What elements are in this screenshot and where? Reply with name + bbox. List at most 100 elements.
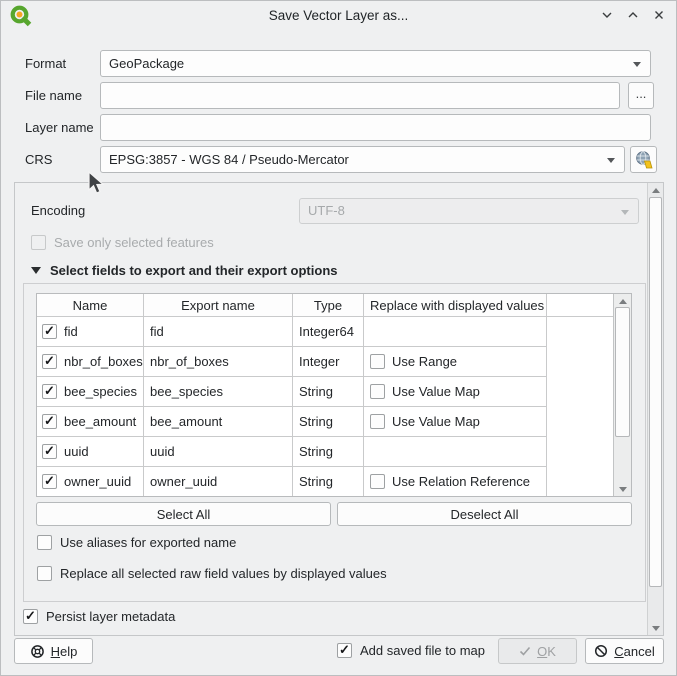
field-type: Integer bbox=[293, 347, 364, 376]
chevron-down-icon bbox=[621, 210, 629, 215]
field-checkbox[interactable] bbox=[42, 324, 57, 339]
table-empty-area bbox=[547, 294, 613, 496]
crs-picker-button[interactable] bbox=[630, 146, 657, 173]
table-row[interactable]: bee_amount bee_amount String Use Value M… bbox=[37, 407, 547, 437]
scroll-down-icon[interactable] bbox=[614, 482, 631, 496]
field-export-name[interactable]: owner_uuid bbox=[144, 467, 293, 496]
field-checkbox[interactable] bbox=[42, 474, 57, 489]
field-export-name[interactable]: uuid bbox=[144, 437, 293, 466]
column-header-export-name[interactable]: Export name bbox=[144, 294, 293, 316]
crs-label: CRS bbox=[25, 146, 52, 173]
fields-section-header[interactable]: Select fields to export and their export… bbox=[31, 263, 338, 278]
add-saved-file-row: Add saved file to map bbox=[337, 643, 485, 658]
options-vertical-scrollbar[interactable] bbox=[647, 183, 663, 635]
layer-name-input[interactable] bbox=[100, 114, 651, 141]
use-value-map-checkbox[interactable] bbox=[370, 384, 385, 399]
check-icon bbox=[519, 645, 531, 657]
format-combobox[interactable]: GeoPackage bbox=[100, 50, 651, 77]
save-only-selected-checkbox bbox=[31, 235, 46, 250]
field-type: String bbox=[293, 467, 364, 496]
unshade-icon[interactable] bbox=[625, 7, 641, 23]
collapse-triangle-icon bbox=[31, 267, 41, 274]
file-name-input[interactable] bbox=[100, 82, 620, 109]
use-range-checkbox[interactable] bbox=[370, 354, 385, 369]
scroll-down-icon[interactable] bbox=[648, 621, 663, 635]
fields-table: Name Export name Type Replace with displ… bbox=[36, 293, 632, 497]
field-export-name[interactable]: bee_amount bbox=[144, 407, 293, 436]
scrollbar-thumb[interactable] bbox=[649, 197, 662, 587]
format-label: Format bbox=[25, 50, 66, 77]
persist-metadata-row: Persist layer metadata bbox=[23, 609, 175, 624]
column-header-type[interactable]: Type bbox=[293, 294, 364, 316]
use-relation-reference-checkbox[interactable] bbox=[370, 474, 385, 489]
lifebuoy-icon bbox=[30, 644, 45, 659]
encoding-combobox: UTF-8 bbox=[299, 198, 639, 224]
option-label: Use Value Map bbox=[392, 384, 480, 399]
persist-metadata-checkbox[interactable] bbox=[23, 609, 38, 624]
encoding-label: Encoding bbox=[31, 198, 85, 224]
crs-combobox[interactable]: EPSG:3857 - WGS 84 / Pseudo-Mercator bbox=[100, 146, 625, 173]
field-checkbox[interactable] bbox=[42, 384, 57, 399]
field-name: owner_uuid bbox=[64, 474, 131, 489]
save-only-selected-label: Save only selected features bbox=[54, 235, 214, 250]
help-label: Help bbox=[51, 644, 78, 659]
options-scrollarea: Encoding UTF-8 Save only selected featur… bbox=[14, 182, 664, 636]
option-label: Use Value Map bbox=[392, 414, 480, 429]
deselect-all-label: Deselect All bbox=[451, 507, 519, 522]
field-checkbox[interactable] bbox=[42, 414, 57, 429]
field-type: String bbox=[293, 437, 364, 466]
encoding-value: UTF-8 bbox=[308, 203, 345, 218]
field-export-name[interactable]: nbr_of_boxes bbox=[144, 347, 293, 376]
option-label: Use Range bbox=[392, 354, 457, 369]
file-name-label: File name bbox=[25, 82, 82, 109]
field-name: nbr_of_boxes bbox=[64, 354, 143, 369]
scroll-up-icon[interactable] bbox=[648, 183, 663, 197]
field-type: Integer64 bbox=[293, 317, 364, 346]
field-export-name[interactable]: bee_species bbox=[144, 377, 293, 406]
field-name: uuid bbox=[64, 444, 89, 459]
layer-name-label: Layer name bbox=[25, 114, 94, 141]
replace-raw-values-checkbox[interactable] bbox=[37, 566, 52, 581]
table-header-row: Name Export name Type Replace with displ… bbox=[37, 294, 547, 317]
table-row[interactable]: bee_species bee_species String Use Value… bbox=[37, 377, 547, 407]
deselect-all-button[interactable]: Deselect All bbox=[337, 502, 632, 526]
fields-section-title: Select fields to export and their export… bbox=[50, 263, 338, 278]
format-value: GeoPackage bbox=[109, 56, 184, 71]
use-aliases-label: Use aliases for exported name bbox=[60, 535, 236, 550]
cancel-label: Cancel bbox=[614, 644, 654, 659]
table-row[interactable]: fid fid Integer64 bbox=[37, 317, 547, 347]
use-aliases-row: Use aliases for exported name bbox=[37, 535, 236, 550]
cancel-icon bbox=[594, 644, 608, 658]
globe-edit-icon bbox=[634, 150, 654, 170]
use-aliases-checkbox[interactable] bbox=[37, 535, 52, 550]
field-export-name[interactable]: fid bbox=[144, 317, 293, 346]
table-vertical-scrollbar[interactable] bbox=[613, 294, 631, 496]
close-icon[interactable] bbox=[651, 7, 667, 23]
field-checkbox[interactable] bbox=[42, 444, 57, 459]
field-type: String bbox=[293, 377, 364, 406]
ok-label: OK bbox=[537, 644, 556, 659]
use-value-map-checkbox[interactable] bbox=[370, 414, 385, 429]
fields-groupbox: Name Export name Type Replace with displ… bbox=[23, 283, 646, 602]
help-button[interactable]: Help bbox=[14, 638, 93, 664]
window-title: Save Vector Layer as... bbox=[0, 8, 677, 23]
table-row[interactable]: nbr_of_boxes nbr_of_boxes Integer Use Ra… bbox=[37, 347, 547, 377]
scrollbar-thumb[interactable] bbox=[615, 307, 630, 437]
field-checkbox[interactable] bbox=[42, 354, 57, 369]
field-type: String bbox=[293, 407, 364, 436]
browse-button[interactable]: ... bbox=[628, 82, 654, 109]
select-all-label: Select All bbox=[157, 507, 210, 522]
chevron-down-icon bbox=[607, 158, 615, 163]
select-all-button[interactable]: Select All bbox=[36, 502, 331, 526]
cancel-button[interactable]: Cancel bbox=[585, 638, 664, 664]
shade-icon[interactable] bbox=[599, 7, 615, 23]
column-header-replace[interactable]: Replace with displayed values bbox=[364, 294, 547, 316]
table-row[interactable]: uuid uuid String bbox=[37, 437, 547, 467]
add-saved-file-checkbox[interactable] bbox=[337, 643, 352, 658]
scroll-up-icon[interactable] bbox=[614, 294, 631, 308]
add-saved-file-label: Add saved file to map bbox=[360, 643, 485, 658]
option-label: Use Relation Reference bbox=[392, 474, 530, 489]
column-header-name[interactable]: Name bbox=[37, 294, 144, 316]
table-row[interactable]: owner_uuid owner_uuid String Use Relatio… bbox=[37, 467, 547, 496]
field-name: fid bbox=[64, 324, 78, 339]
